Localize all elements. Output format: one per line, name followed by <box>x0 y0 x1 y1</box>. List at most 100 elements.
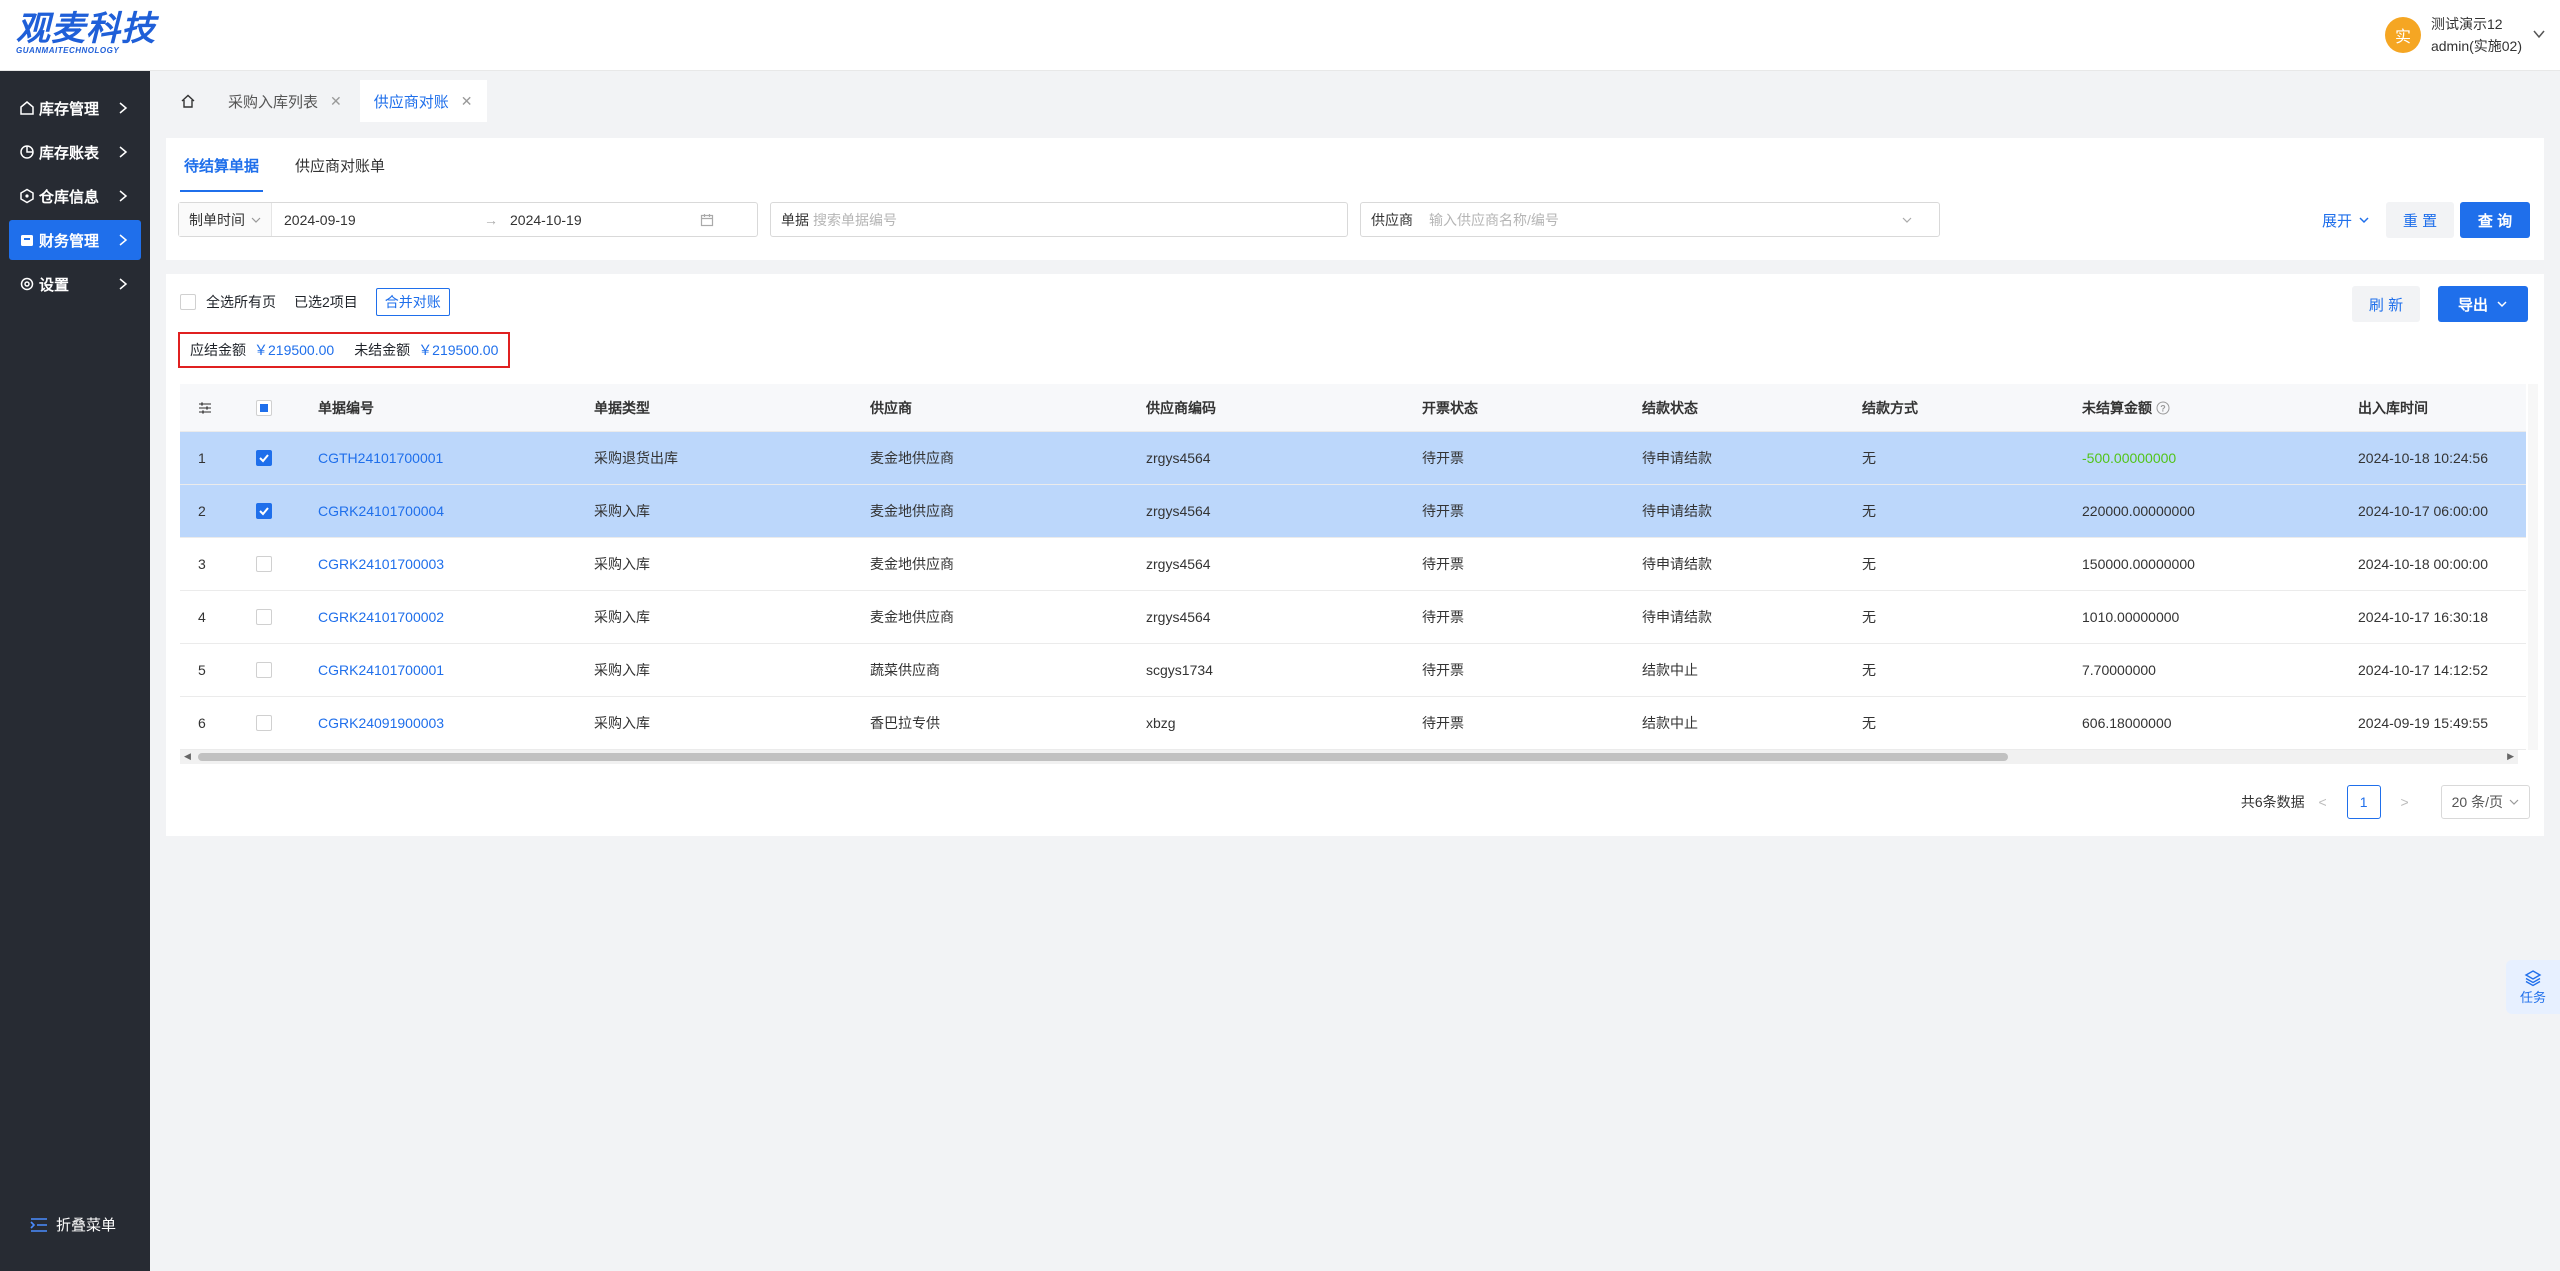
stock-time: 2024-09-19 15:49:55 <box>2358 715 2488 731</box>
column-header[interactable]: 结款状态 <box>1624 384 1844 431</box>
reset-button[interactable]: 重 置 <box>2386 202 2454 238</box>
payment-status: 待申请结款 <box>1642 556 1712 572</box>
chevron-right-icon <box>119 234 128 246</box>
sidebar-item-label: 库存账表 <box>39 144 100 162</box>
export-button[interactable]: 导出 <box>2438 286 2528 322</box>
task-button[interactable]: 任务 <box>2506 960 2560 1014</box>
supplier-name: 蔬菜供应商 <box>870 662 940 678</box>
column-header[interactable]: 结款方式 <box>1844 384 2064 431</box>
supplier-name: 麦金地供应商 <box>870 556 954 572</box>
sidebar-item-warehouse[interactable]: 仓库信息 <box>9 176 141 216</box>
tab-home[interactable] <box>166 80 210 122</box>
table-row[interactable]: 2 CGRK24101700004 采购入库 麦金地供应商 zrgys4564 待开票 待申… <box>180 485 2526 538</box>
horizontal-scrollbar[interactable]: ◀ ▶ <box>180 750 2518 764</box>
column-header[interactable]: 开票状态 <box>1404 384 1624 431</box>
unsettled-amount: 220000.00000000 <box>2082 503 2195 519</box>
sidebar-item-inventory-report[interactable]: 库存账表 <box>9 132 141 172</box>
scroll-left-icon[interactable]: ◀ <box>184 751 191 762</box>
table-row[interactable]: 5 CGRK24101700001 采购入库 蔬菜供应商 scgys1734 待开票 结款中… <box>180 644 2526 697</box>
doc-number-link[interactable]: CGRK24101700002 <box>300 591 576 643</box>
doc-number-link[interactable]: CGRK24101700004 <box>300 485 576 537</box>
column-header[interactable]: 单据类型 <box>576 384 852 431</box>
column-header[interactable]: 单据编号 <box>300 384 576 431</box>
doc-type: 采购入库 <box>594 662 650 678</box>
user-info: 测试演示12 admin(实施02) <box>2431 13 2522 57</box>
supplier-select[interactable]: 输入供应商名称/编号 <box>1429 210 1901 230</box>
table-row[interactable]: 3 CGRK24101700003 采购入库 麦金地供应商 zrgys4564 待开票 待申… <box>180 538 2526 591</box>
svg-text:?: ? <box>2160 403 2166 413</box>
date-type-select[interactable]: 制单时间 <box>179 203 272 236</box>
row-index: 3 <box>198 556 206 572</box>
row-checkbox[interactable] <box>256 609 272 625</box>
table-row[interactable]: 4 CGRK24101700002 采购入库 麦金地供应商 zrgys4564 待开票 待申… <box>180 591 2526 644</box>
unsettled-label: 未结金额 <box>354 342 411 358</box>
prev-page-icon[interactable]: < <box>2305 794 2341 810</box>
close-icon[interactable]: ✕ <box>461 93 473 110</box>
avatar[interactable]: 实 <box>2384 17 2421 53</box>
column-settings-icon[interactable] <box>180 384 240 431</box>
supplier-name: 麦金地供应商 <box>870 609 954 625</box>
table-row[interactable]: 1 CGTH24101700001 采购退货出库 麦金地供应商 zrgys4564 待开票… <box>180 432 2526 485</box>
select-all-pages-checkbox[interactable] <box>180 294 196 310</box>
page-size-select[interactable]: 20 条/页 <box>2440 785 2530 819</box>
doc-number-link[interactable]: CGTH24101700001 <box>300 432 576 484</box>
row-checkbox[interactable] <box>256 503 272 519</box>
tab-purchase-inbound-list[interactable]: 采购入库列表 ✕ <box>214 80 356 122</box>
select-all-checkbox[interactable] <box>256 399 272 416</box>
subtab-supplier-statements[interactable]: 供应商对账单 <box>291 138 389 192</box>
column-header[interactable]: 供应商编码 <box>1128 384 1404 431</box>
payment-method: 无 <box>1862 715 1876 731</box>
brand-logo[interactable]: 观麦科技 GUANMAITECHNOLOGY <box>16 10 166 60</box>
layers-icon <box>2524 969 2542 986</box>
row-checkbox[interactable] <box>256 450 272 466</box>
column-header-amount[interactable]: 未结算金额 ? <box>2064 384 2340 431</box>
chevron-down-icon[interactable] <box>2532 27 2546 44</box>
supplier-label: 供应商 <box>1371 211 1413 228</box>
end-date-input[interactable]: 2024-10-19 <box>510 212 700 228</box>
calendar-icon[interactable] <box>700 213 714 227</box>
expand-button[interactable]: 展开 <box>2316 202 2376 238</box>
export-label: 导出 <box>2457 296 2488 314</box>
sidebar: 库存管理 库存账表 仓库信息 财务管理 设置 折叠菜单 <box>0 71 150 1271</box>
supplier-filter[interactable]: 供应商 输入供应商名称/编号 <box>1360 202 1940 237</box>
start-date-input[interactable]: 2024-09-19 <box>284 212 484 228</box>
doc-number-link[interactable]: CGRK24091900003 <box>300 697 576 749</box>
brand-name: 观麦科技 <box>16 9 156 49</box>
query-button[interactable]: 查 询 <box>2460 202 2530 238</box>
row-checkbox[interactable] <box>256 556 272 572</box>
chevron-down-icon <box>1902 217 1912 223</box>
doc-number-link[interactable]: CGRK24101700003 <box>300 538 576 590</box>
chevron-down-icon <box>2497 301 2507 308</box>
doc-number-label: 单据 <box>781 211 809 228</box>
column-header[interactable]: 供应商 <box>852 384 1128 431</box>
payment-status: 待申请结款 <box>1642 503 1712 519</box>
close-icon[interactable]: ✕ <box>330 93 342 110</box>
sidebar-item-finance[interactable]: 财务管理 <box>9 220 141 260</box>
scrollbar-thumb[interactable] <box>198 753 2008 761</box>
scroll-right-icon[interactable]: ▶ <box>2507 751 2514 762</box>
doc-number-input[interactable]: 搜索单据编号 <box>813 210 897 230</box>
next-page-icon[interactable]: > <box>2387 794 2423 810</box>
refresh-button[interactable]: 刷 新 <box>2352 286 2420 322</box>
column-header[interactable]: 出入库时间 <box>2340 384 2540 431</box>
merge-reconcile-button[interactable]: 合并对账 <box>375 288 450 316</box>
tab-supplier-reconciliation[interactable]: 供应商对账 ✕ <box>359 80 487 122</box>
doc-number-link[interactable]: CGRK24101700001 <box>300 644 576 696</box>
supplier-name: 香巴拉专供 <box>870 715 940 731</box>
payment-method: 无 <box>1862 609 1876 625</box>
user-menu[interactable]: 实 测试演示12 admin(实施02) <box>2384 13 2546 57</box>
home-icon <box>19 100 39 116</box>
wallet-icon <box>19 232 39 248</box>
help-icon[interactable]: ? <box>2156 401 2170 415</box>
collapse-menu-button[interactable]: 折叠菜单 <box>30 1214 116 1235</box>
page-number[interactable]: 1 <box>2346 785 2381 819</box>
table-row[interactable]: 6 CGRK24091900003 采购入库 香巴拉专供 xbzg 待开票 结款中止 无 606… <box>180 697 2526 750</box>
vertical-scrollbar[interactable] <box>2528 384 2538 750</box>
doc-number-filter[interactable]: 单据 搜索单据编号 <box>770 202 1348 237</box>
sidebar-item-inventory[interactable]: 库存管理 <box>9 88 141 128</box>
row-checkbox[interactable] <box>256 715 272 731</box>
subtab-pending-docs[interactable]: 待结算单据 <box>180 138 264 192</box>
sidebar-item-settings[interactable]: 设置 <box>9 264 141 304</box>
row-checkbox[interactable] <box>256 662 272 678</box>
row-index: 1 <box>198 450 206 466</box>
